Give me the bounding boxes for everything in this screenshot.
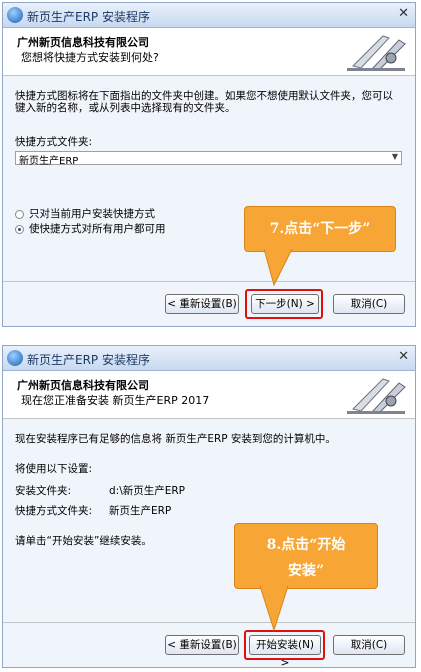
shortcut-folder-combo[interactable]: 新页生产ERP ▼ [15, 151, 402, 167]
callout-step8: 8.点击“开始 安装” [234, 523, 378, 589]
installer-window-step2: 新页生产ERP 安装程序 ✕ 广州新页信息科技有限公司 现在您正准备安装 新页生… [2, 345, 416, 669]
callout-step7: 7.点击“下一步” [244, 206, 396, 252]
settings-label: 将使用以下设置: [15, 463, 93, 475]
back-button[interactable]: < 重新设置(B) [165, 635, 239, 655]
window-title: 新页生产ERP 安装程序 [27, 353, 150, 367]
company-name: 广州新页信息科技有限公司 [17, 379, 149, 392]
app-icon [7, 7, 23, 23]
install-folder-label: 安装文件夹: [15, 485, 72, 497]
start-button-highlight [244, 630, 325, 660]
radio-all-users[interactable] [15, 225, 24, 234]
cancel-button[interactable]: 取消(C) [333, 294, 405, 314]
chevron-down-icon[interactable]: ▼ [392, 152, 398, 161]
installer-window-step1: 新页生产ERP 安装程序 ✕ 广州新页信息科技有限公司 您想将快捷方式安装到何处… [2, 2, 416, 327]
window-title: 新页生产ERP 安装程序 [27, 10, 150, 24]
wizard-footer: < 重新设置(B) 开始安装(N) > 取消(C) [3, 622, 415, 669]
back-button[interactable]: < 重新设置(B) [165, 294, 239, 314]
title-bar: 新页生产ERP 安装程序 ✕ [3, 3, 415, 28]
radio-all-users-label: 使快捷方式对所有用户都可用 [29, 223, 166, 235]
close-icon[interactable]: ✕ [398, 349, 409, 364]
company-name: 广州新页信息科技有限公司 [17, 36, 149, 49]
step-subtitle: 您想将快捷方式安装到何处? [21, 51, 159, 64]
close-icon[interactable]: ✕ [398, 6, 409, 21]
continue-text: 请单击“开始安装”继续安装。 [15, 535, 152, 547]
callout-pointer [263, 249, 293, 287]
description-text: 快捷方式图标将在下面指出的文件夹中创建。如果您不想使用默认文件夹，您可以键入新的… [15, 90, 393, 114]
install-folder-value: d:\新页生产ERP [109, 485, 186, 497]
shortcut-folder-value: 新页生产ERP [109, 505, 172, 517]
cancel-button[interactable]: 取消(C) [333, 635, 405, 655]
callout-pointer [259, 586, 289, 632]
wizard-footer: < 重新设置(B) 下一步(N) > 取消(C) [3, 281, 415, 326]
radio-current-user-label: 只对当前用户安装快捷方式 [29, 208, 155, 220]
wizard-body: 现在安装程序已有足够的信息将 新页生产ERP 安装到您的计算机中。 将使用以下设… [3, 419, 415, 625]
next-button-highlight [245, 289, 323, 319]
wizard-header: 广州新页信息科技有限公司 您想将快捷方式安装到何处? [3, 28, 415, 76]
callout-line-2: 安装” [287, 563, 325, 579]
folder-label: 快捷方式文件夹: [15, 136, 93, 148]
combo-value: 新页生产ERP [19, 156, 79, 167]
radio-current-user[interactable] [15, 210, 24, 219]
title-bar: 新页生产ERP 安装程序 ✕ [3, 346, 415, 371]
shortcut-folder-label: 快捷方式文件夹: [15, 505, 93, 517]
wizard-header: 广州新页信息科技有限公司 现在您正准备安装 新页生产ERP 2017 [3, 371, 415, 419]
callout-line-1: 8.点击“开始 [266, 537, 346, 553]
intro-text: 现在安装程序已有足够的信息将 新页生产ERP 安装到您的计算机中。 [15, 433, 336, 445]
step-subtitle: 现在您正准备安装 新页生产ERP 2017 [21, 394, 210, 407]
installer-logo-icon [343, 28, 409, 74]
installer-logo-icon [343, 371, 409, 417]
app-icon [7, 350, 23, 366]
